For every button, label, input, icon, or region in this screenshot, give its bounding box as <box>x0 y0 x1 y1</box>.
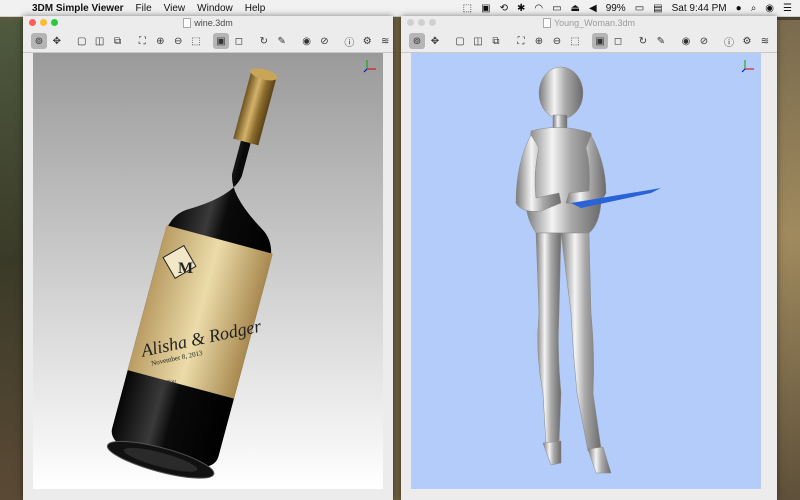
menu-help[interactable]: Help <box>245 3 266 14</box>
zoom-window-icon[interactable]: ⬚ <box>567 33 583 49</box>
pan-icon[interactable]: ✥ <box>49 33 65 49</box>
show-icon[interactable]: ◉ <box>299 33 315 49</box>
zoom-out-icon[interactable]: ⊖ <box>170 33 186 49</box>
zoom-extents-icon[interactable]: ⛶ <box>513 33 529 49</box>
box-side-icon[interactable]: ◫ <box>92 33 108 49</box>
battery-percent[interactable]: 99% <box>606 3 626 14</box>
minimize-button[interactable] <box>40 19 47 26</box>
eject-icon[interactable]: ⏏ <box>571 3 580 14</box>
measure-icon[interactable]: ✎ <box>653 33 669 49</box>
3d-viewport[interactable] <box>411 53 761 489</box>
info-icon[interactable]: ⓘ <box>341 33 357 49</box>
title-bar[interactable]: Young_Woman.3dm <box>401 16 777 30</box>
show-icon[interactable]: ◉ <box>678 33 694 49</box>
app-menu[interactable]: 3DM Simple Viewer <box>32 3 124 14</box>
hide-icon[interactable]: ⊘ <box>696 33 712 49</box>
rotate-icon[interactable]: ⊚ <box>31 33 47 49</box>
dropbox-icon[interactable]: ⬚ <box>463 3 472 14</box>
minimize-button[interactable] <box>418 19 425 26</box>
close-button[interactable] <box>29 19 36 26</box>
zoom-in-icon[interactable]: ⊕ <box>531 33 547 49</box>
zoom-window-icon[interactable]: ⬚ <box>188 33 204 49</box>
settings-icon[interactable]: ⚙ <box>739 33 755 49</box>
desktop-background-right <box>776 20 800 500</box>
zoom-in-icon[interactable]: ⊕ <box>152 33 168 49</box>
3d-viewport[interactable]: M Alisha & Rodger November 8, 2013 Thank… <box>33 53 383 489</box>
box-persp-icon[interactable]: ⧉ <box>110 33 126 49</box>
box-side-icon[interactable]: ◫ <box>470 33 486 49</box>
orbit-icon[interactable]: ↻ <box>256 33 272 49</box>
label-monogram: M <box>178 260 193 277</box>
menu-file[interactable]: File <box>136 3 152 14</box>
zoom-button[interactable] <box>429 19 436 26</box>
wireframe-icon[interactable]: ◻ <box>610 33 626 49</box>
wireframe-icon[interactable]: ◻ <box>231 33 247 49</box>
zoom-out-icon[interactable]: ⊖ <box>549 33 565 49</box>
bluetooth-icon[interactable]: ✱ <box>517 3 525 14</box>
document-icon <box>542 18 551 28</box>
screen-icon[interactable]: ▣ <box>481 3 490 14</box>
settings-icon[interactable]: ⚙ <box>359 33 375 49</box>
shaded-icon[interactable]: ▣ <box>213 33 229 49</box>
window-title: Young_Woman.3dm <box>553 18 636 28</box>
airplay-icon[interactable]: ▭ <box>552 3 561 14</box>
menu-view[interactable]: View <box>164 3 186 14</box>
menu-window[interactable]: Window <box>197 3 233 14</box>
title-bar[interactable]: wine.3dm <box>23 16 393 30</box>
measure-icon[interactable]: ✎ <box>274 33 290 49</box>
box-front-icon[interactable]: ▢ <box>452 33 468 49</box>
wine-bottle-model: M Alisha & Rodger November 8, 2013 Thank… <box>106 68 278 479</box>
flag-icon[interactable]: ▤ <box>653 3 662 14</box>
notification-center-icon[interactable]: ☰ <box>783 3 792 14</box>
orbit-icon[interactable]: ↻ <box>635 33 651 49</box>
layers-icon[interactable]: ≋ <box>377 33 393 49</box>
document-icon <box>183 18 192 28</box>
rotate-icon[interactable]: ⊚ <box>409 33 425 49</box>
close-button[interactable] <box>407 19 414 26</box>
menu-bar: 3DM Simple Viewer File View Window Help … <box>0 0 800 17</box>
box-front-icon[interactable]: ▢ <box>74 33 90 49</box>
box-persp-icon[interactable]: ⧉ <box>488 33 504 49</box>
clock[interactable]: Sat 9:44 PM <box>672 3 727 14</box>
hide-icon[interactable]: ⊘ <box>317 33 333 49</box>
pan-icon[interactable]: ✥ <box>427 33 443 49</box>
zoom-button[interactable] <box>51 19 58 26</box>
spotlight-icon[interactable]: ⌕ <box>751 3 757 14</box>
info-icon[interactable]: ⓘ <box>721 33 737 49</box>
zoom-extents-icon[interactable]: ⛶ <box>134 33 150 49</box>
axis-icon <box>363 60 376 73</box>
toolbar: ⊚ ✥ ▢ ◫ ⧉ ⛶ ⊕ ⊖ ⬚ ▣ ◻ ↻ ✎ ◉ ⊘ ⓘ ⚙ ≋ <box>401 30 777 53</box>
time-machine-icon[interactable]: ⟲ <box>500 3 508 14</box>
shaded-icon[interactable]: ▣ <box>592 33 608 49</box>
toolbar: ⊚ ✥ ▢ ◫ ⧉ ⛶ ⊕ ⊖ ⬚ ▣ ◻ ↻ ✎ ◉ ⊘ ⓘ ⚙ ≋ <box>23 30 393 53</box>
siri-icon[interactable]: ◉ <box>765 3 774 14</box>
volume-icon[interactable]: ◀ <box>589 3 597 14</box>
axis-icon <box>741 60 754 73</box>
wifi-icon[interactable]: ◠ <box>534 3 543 14</box>
window-title: wine.3dm <box>194 18 233 28</box>
battery-icon[interactable]: ▭ <box>635 3 644 14</box>
wine-window: wine.3dm ⊚ ✥ ▢ ◫ ⧉ ⛶ ⊕ ⊖ ⬚ ▣ ◻ ↻ ✎ ◉ ⊘ ⓘ… <box>23 16 393 500</box>
young-woman-window: Young_Woman.3dm ⊚ ✥ ▢ ◫ ⧉ ⛶ ⊕ ⊖ ⬚ ▣ ◻ ↻ … <box>401 16 777 500</box>
user-icon[interactable]: ● <box>736 3 742 14</box>
layers-icon[interactable]: ≋ <box>757 33 773 49</box>
woman-figure-model <box>515 66 661 474</box>
